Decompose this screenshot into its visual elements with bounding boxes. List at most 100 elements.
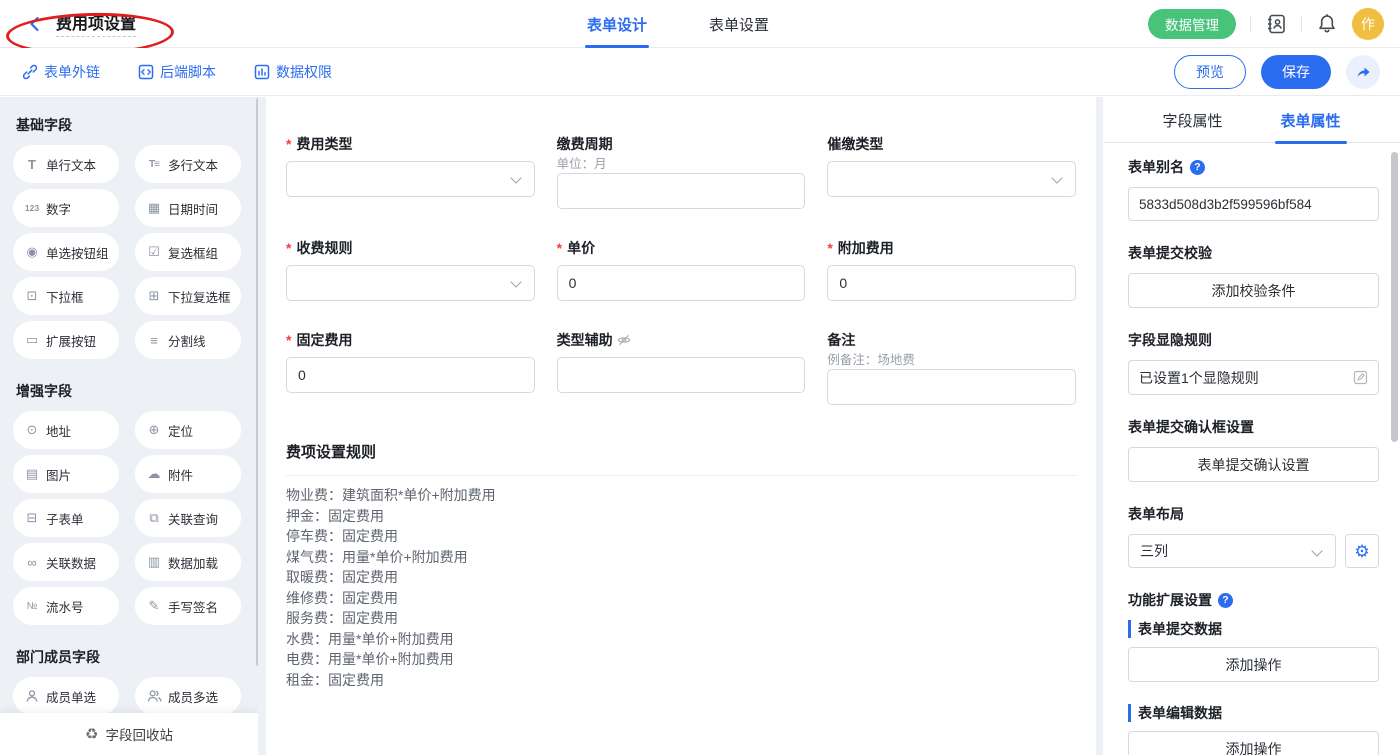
urge-type-select[interactable]	[827, 161, 1076, 197]
form-designer-page: 费用项设置 表单设计 表单设置 数据管理	[0, 0, 1400, 755]
location-icon	[145, 422, 163, 438]
field-unit-price[interactable]: 单价	[557, 237, 806, 301]
fee-rule-item: 服务费：固定费用	[286, 608, 1076, 629]
field-item-subform[interactable]: 子表单	[13, 499, 119, 537]
data-manage-button[interactable]: 数据管理	[1148, 9, 1236, 39]
submit-confirm-button[interactable]: 表单提交确认设置	[1128, 447, 1379, 482]
form-external-link[interactable]: 表单外链	[22, 62, 100, 82]
field-item-label: 数字	[46, 199, 71, 218]
edit-data-label: 表单编辑数据	[1128, 704, 1379, 722]
fee-rules-section[interactable]: 费项设置规则 物业费：建筑面积*单价+附加费用 押金：固定费用 停车费：固定费用…	[286, 441, 1076, 690]
field-item-data-load[interactable]: 数据加载	[135, 543, 241, 581]
preview-button[interactable]: 预览	[1174, 55, 1246, 89]
submit-confirm-section: 表单提交确认框设置 表单提交确认设置	[1128, 417, 1379, 482]
field-urge-type[interactable]: 催缴类型	[827, 133, 1076, 209]
field-item-label: 定位	[168, 421, 193, 440]
backend-script-link[interactable]: 后端脚本	[138, 62, 216, 82]
data-load-icon	[145, 554, 163, 570]
add-validation-button[interactable]: 添加校验条件	[1128, 273, 1379, 308]
field-item-number[interactable]: 数字	[13, 189, 119, 227]
header-right: 数据管理 作	[1148, 0, 1384, 48]
field-item-checkbox-group[interactable]: 复选框组	[135, 233, 241, 271]
field-item-radio-group[interactable]: 单选按钮组	[13, 233, 119, 271]
field-fixed-fee[interactable]: 固定费用	[286, 329, 535, 405]
submit-data-add-button[interactable]: 添加操作	[1128, 647, 1379, 682]
field-label: 固定费用	[286, 329, 535, 351]
fee-type-select[interactable]	[286, 161, 535, 197]
field-pay-cycle[interactable]: 缴费周期 单位：月	[557, 133, 806, 209]
edit-data-add-button[interactable]: 添加操作	[1128, 731, 1379, 755]
help-icon[interactable]	[1190, 160, 1205, 175]
extra-fee-input[interactable]	[827, 265, 1076, 301]
section-title-enhanced-fields: 增强字段	[16, 381, 258, 401]
image-icon	[23, 466, 41, 482]
field-item-label: 地址	[46, 421, 71, 440]
edit-icon[interactable]	[1353, 370, 1368, 385]
field-item-label: 手写签名	[168, 597, 218, 616]
field-item-extend-button[interactable]: 扩展按钮	[13, 321, 119, 359]
field-item-divider[interactable]: 分割线	[135, 321, 241, 359]
fee-rule-item: 押金：固定费用	[286, 506, 1076, 527]
field-item-label: 流水号	[46, 597, 84, 616]
datetime-icon	[145, 200, 163, 216]
field-type-assist[interactable]: 类型辅助	[557, 329, 806, 405]
field-fee-type[interactable]: 费用类型	[286, 133, 535, 209]
pay-cycle-input[interactable]	[557, 173, 806, 209]
linked-data-icon	[23, 555, 41, 570]
type-assist-input[interactable]	[557, 357, 806, 393]
contact-book-icon[interactable]	[1265, 13, 1287, 35]
tab-form-properties[interactable]: 表单属性	[1275, 97, 1347, 143]
field-item-multi-select[interactable]: 下拉复选框	[135, 277, 241, 315]
form-alias-section: 表单别名	[1128, 157, 1379, 221]
panel-scrollbar[interactable]	[1391, 152, 1398, 442]
field-item-multi-text[interactable]: 多行文本	[135, 145, 241, 183]
help-icon[interactable]	[1218, 593, 1233, 608]
form-toolbar: 表单外链 后端脚本 数据权限 预览 保存	[0, 48, 1400, 96]
field-item-label: 单行文本	[46, 155, 96, 174]
label-text: 功能扩展设置	[1128, 590, 1212, 610]
tab-form-settings[interactable]: 表单设置	[707, 0, 771, 48]
field-item-image[interactable]: 图片	[13, 455, 119, 493]
form-layout-select[interactable]: 三列	[1128, 534, 1336, 568]
field-item-signature[interactable]: 手写签名	[135, 587, 241, 625]
field-item-label: 图片	[46, 465, 71, 484]
field-item-datetime[interactable]: 日期时间	[135, 189, 241, 227]
field-item-attachment[interactable]: 附件	[135, 455, 241, 493]
member-multi-icon	[145, 689, 163, 703]
form-alias-input[interactable]	[1128, 187, 1379, 221]
field-item-label: 子表单	[46, 509, 84, 528]
divider	[1301, 15, 1302, 33]
save-button[interactable]: 保存	[1261, 55, 1331, 89]
field-item-address[interactable]: 地址	[13, 411, 119, 449]
back-button[interactable]	[26, 15, 44, 33]
unit-price-input[interactable]	[557, 265, 806, 301]
tab-form-design[interactable]: 表单设计	[585, 0, 649, 48]
visibility-rules-box[interactable]: 已设置1个显隐规则	[1128, 360, 1379, 395]
field-item-location[interactable]: 定位	[135, 411, 241, 449]
multi-text-icon	[145, 159, 163, 170]
sidebar-scrollbar[interactable]	[256, 97, 258, 667]
field-extra-fee[interactable]: 附加费用	[827, 237, 1076, 301]
field-item-label: 下拉框	[46, 287, 84, 306]
field-item-linked-data[interactable]: 关联数据	[13, 543, 119, 581]
field-item-linked-query[interactable]: 关联查询	[135, 499, 241, 537]
tab-field-properties[interactable]: 字段属性	[1156, 97, 1228, 143]
layout-settings-button[interactable]	[1345, 534, 1379, 568]
field-recycle-bin[interactable]: ♻ 字段回收站	[0, 713, 258, 755]
remark-input[interactable]	[827, 369, 1076, 405]
field-item-serial-number[interactable]: 流水号	[13, 587, 119, 625]
data-permission-link[interactable]: 数据权限	[254, 62, 332, 82]
charge-rule-select[interactable]	[286, 265, 535, 301]
avatar[interactable]: 作	[1352, 8, 1384, 40]
visibility-rules-value: 已设置1个显隐规则	[1139, 368, 1259, 388]
field-item-member-multi[interactable]: 成员多选	[135, 677, 241, 715]
field-charge-rule[interactable]: 收费规则	[286, 237, 535, 301]
chevron-down-icon	[1051, 172, 1062, 183]
share-button[interactable]	[1346, 55, 1380, 89]
field-item-member-single[interactable]: 成员单选	[13, 677, 119, 715]
field-item-single-text[interactable]: 单行文本	[13, 145, 119, 183]
fixed-fee-input[interactable]	[286, 357, 535, 393]
bell-icon[interactable]	[1316, 13, 1338, 35]
field-item-select[interactable]: 下拉框	[13, 277, 119, 315]
field-remark[interactable]: 备注 例备注：场地费	[827, 329, 1076, 405]
